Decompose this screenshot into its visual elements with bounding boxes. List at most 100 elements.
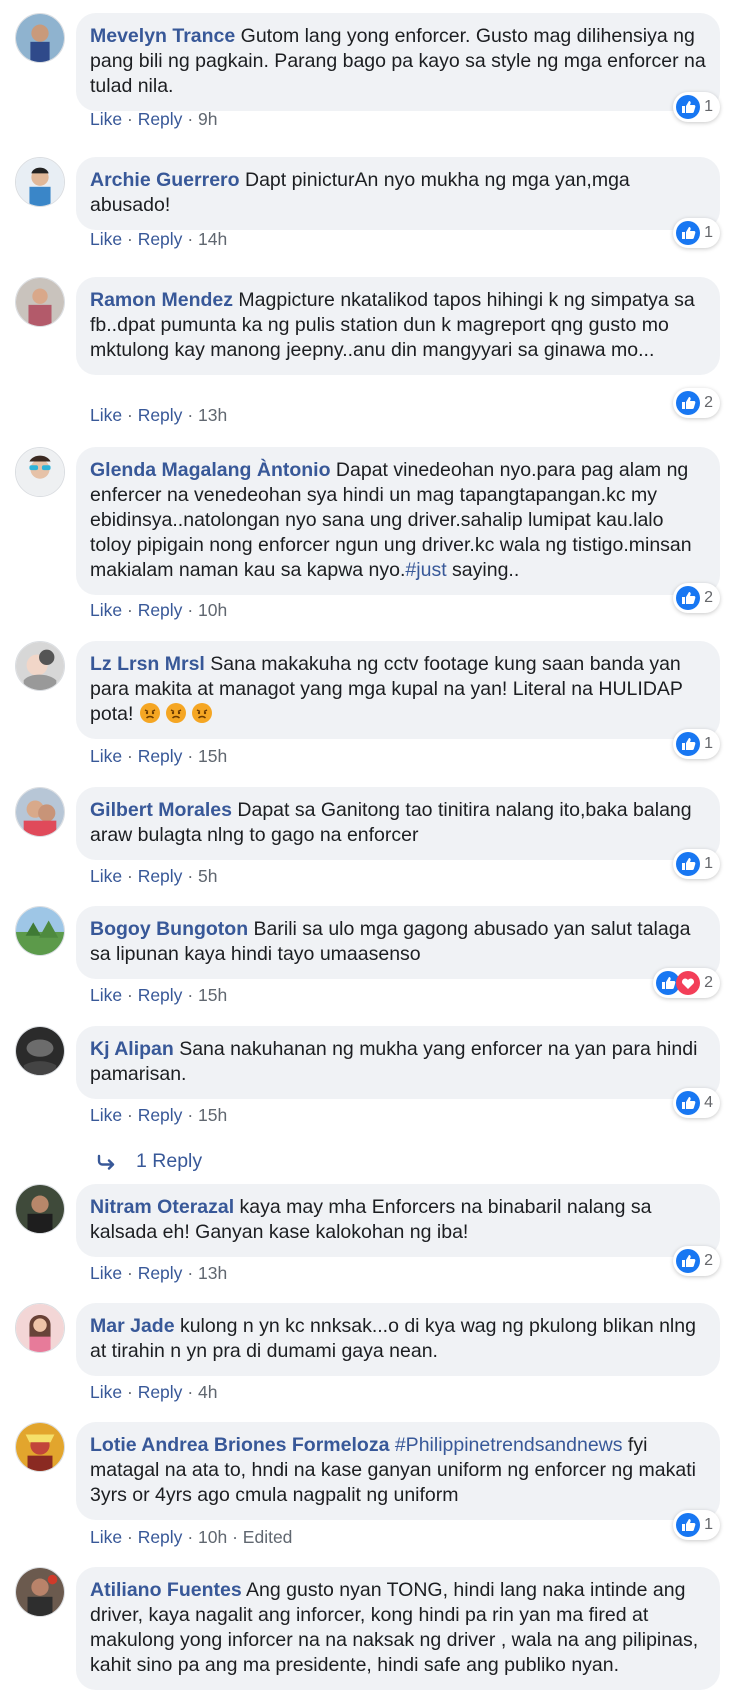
reply-link[interactable]: Reply [138, 1263, 183, 1283]
reaction-count: 1 [704, 855, 713, 872]
separator: · [126, 866, 133, 886]
comment-time[interactable]: 5h [198, 866, 217, 886]
reply-link[interactable]: Reply [138, 1105, 183, 1125]
avatar[interactable] [15, 1026, 65, 1076]
hashtag-link[interactable]: #Philippinetrendsandnews [389, 1434, 623, 1456]
like-link[interactable]: Like [90, 866, 122, 886]
reply-link[interactable]: Reply [138, 1527, 183, 1547]
reply-link[interactable]: Reply [138, 746, 183, 766]
comment-time[interactable]: 4h [198, 1382, 217, 1402]
separator: · [126, 109, 133, 129]
reaction-summary[interactable]: 2 [673, 388, 720, 418]
reaction-summary[interactable]: 2 [673, 1246, 720, 1276]
separator: · [126, 405, 133, 425]
comment-author[interactable]: Mar Jade [90, 1315, 175, 1337]
like-link[interactable]: Like [90, 405, 122, 425]
avatar[interactable] [15, 447, 65, 497]
avatar[interactable] [15, 1303, 65, 1353]
comment-time[interactable]: 9h [198, 109, 217, 129]
comment-bubble: Archie Guerrero Dapt pinicturAn nyo mukh… [76, 157, 720, 230]
avatar[interactable] [15, 906, 65, 956]
comment-time[interactable]: 10h [198, 1527, 227, 1547]
separator: · [126, 1263, 133, 1283]
comment-time[interactable]: 13h [198, 1263, 227, 1283]
avatar[interactable] [15, 13, 65, 63]
comment-author[interactable]: Nitram Oterazal [90, 1196, 234, 1218]
hashtag-link[interactable]: #just [405, 559, 446, 581]
like-link[interactable]: Like [90, 109, 122, 129]
comment-author[interactable]: Ramon Mendez [90, 289, 233, 311]
like-link[interactable]: Like [90, 1382, 122, 1402]
separator: · [187, 1527, 194, 1547]
avatar[interactable] [15, 157, 65, 207]
comment-bubble: Lz Lrsn Mrsl Sana makakuha ng cctv foota… [76, 641, 720, 739]
comment-author[interactable]: Archie Guerrero [90, 169, 240, 191]
reaction-summary[interactable]: 1 [673, 729, 720, 759]
like-icon [676, 95, 701, 119]
comment-actions: Like · Reply · 15h [90, 745, 227, 767]
reaction-summary[interactable]: 1 [673, 1510, 720, 1540]
separator: · [126, 1105, 133, 1125]
like-link[interactable]: Like [90, 1527, 122, 1547]
separator: · [187, 1105, 194, 1125]
avatar[interactable] [15, 1184, 65, 1234]
comment-bubble: Atiliano Fuentes Ang gusto nyan TONG, hi… [76, 1567, 720, 1690]
like-link[interactable]: Like [90, 600, 122, 620]
comment-bubble: Bogoy Bungoton Barili sa ulo mga gagong … [76, 906, 720, 979]
comment-time[interactable]: 15h [198, 746, 227, 766]
reply-link[interactable]: Reply [138, 1382, 183, 1402]
comment-author[interactable]: Glenda Magalang Àntonio [90, 459, 331, 481]
comment-time[interactable]: 10h [198, 600, 227, 620]
reaction-summary[interactable]: 1 [673, 92, 720, 122]
comment-author[interactable]: Lotie Andrea Briones Formeloza [90, 1434, 389, 1456]
edited-label[interactable]: Edited [243, 1527, 293, 1547]
avatar[interactable] [15, 641, 65, 691]
reaction-summary[interactable]: 1 [673, 849, 720, 879]
comment-actions: Like · Reply · 13h [90, 1262, 227, 1284]
reply-link[interactable]: Reply [138, 866, 183, 886]
like-link[interactable]: Like [90, 1263, 122, 1283]
comment-author[interactable]: Bogoy Bungoton [90, 918, 248, 940]
comment-bubble: Mevelyn Trance Gutom lang yong enforcer.… [76, 13, 720, 111]
like-icon [676, 391, 701, 415]
comment-bubble: Glenda Magalang Àntonio Dapat vinedeohan… [76, 447, 720, 595]
comment-time[interactable]: 15h [198, 1105, 227, 1125]
reply-link[interactable]: Reply [138, 229, 183, 249]
avatar[interactable] [15, 1567, 65, 1617]
comment-time[interactable]: 14h [198, 229, 227, 249]
like-link[interactable]: Like [90, 746, 122, 766]
reaction-summary[interactable]: 2 [653, 968, 720, 998]
separator: · [187, 600, 194, 620]
reply-link[interactable]: Reply [138, 405, 183, 425]
like-link[interactable]: Like [90, 1105, 122, 1125]
view-replies-link[interactable]: 1 Reply [96, 1150, 202, 1173]
comment-thread: Mevelyn Trance Gutom lang yong enforcer.… [0, 0, 750, 1701]
comment-author[interactable]: Gilbert Morales [90, 799, 232, 821]
comment-author[interactable]: Kj Alipan [90, 1038, 174, 1060]
view-replies-label[interactable]: 1 Reply [136, 1150, 202, 1173]
reaction-summary[interactable]: 1 [673, 218, 720, 248]
comment-author[interactable]: Lz Lrsn Mrsl [90, 653, 205, 675]
reaction-count: 2 [704, 394, 713, 411]
love-icon [676, 971, 701, 995]
avatar[interactable] [15, 1422, 65, 1472]
comment-author[interactable]: Atiliano Fuentes [90, 1579, 242, 1601]
reply-link[interactable]: Reply [138, 600, 183, 620]
avatar[interactable] [15, 787, 65, 837]
reply-link[interactable]: Reply [138, 985, 183, 1005]
comment-time[interactable]: 15h [198, 985, 227, 1005]
comment-author[interactable]: Mevelyn Trance [90, 25, 235, 47]
avatar[interactable] [15, 277, 65, 327]
like-link[interactable]: Like [90, 229, 122, 249]
separator: · [187, 229, 194, 249]
reaction-summary[interactable]: 4 [673, 1088, 720, 1118]
comment-actions: Like · Reply · 10h [90, 599, 227, 621]
reaction-summary[interactable]: 2 [673, 583, 720, 613]
reply-link[interactable]: Reply [138, 109, 183, 129]
like-icon [676, 1513, 701, 1537]
angry-emoji-group [139, 703, 217, 725]
like-icon [676, 221, 701, 245]
reaction-count: 1 [704, 735, 713, 752]
comment-time[interactable]: 13h [198, 405, 227, 425]
like-link[interactable]: Like [90, 985, 122, 1005]
